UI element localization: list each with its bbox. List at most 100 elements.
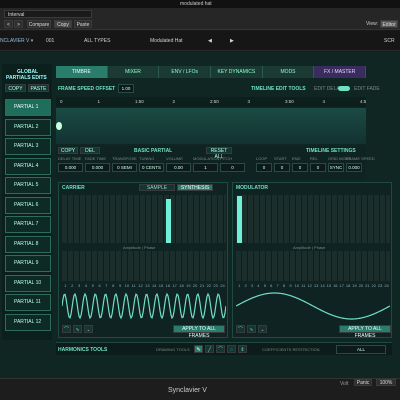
mod-wave-tool-2-icon[interactable]: ∿ xyxy=(247,325,256,333)
eraser-icon[interactable]: ◌ xyxy=(227,345,236,353)
partial-item-3[interactable]: PARTIAL 3 xyxy=(5,138,51,155)
tab-mixer[interactable]: MIXER xyxy=(107,66,160,78)
curve-tool-icon[interactable]: ⌒ xyxy=(216,345,225,353)
harmonic-number: 2 xyxy=(71,283,74,288)
patch-name[interactable]: Modulated Hat xyxy=(150,38,183,44)
frame-speed-field[interactable]: 1.00 xyxy=(118,84,134,93)
ruler-tick: 4:5 xyxy=(360,99,367,104)
modulator-apply-button[interactable]: APPLY TO ALL FRAMES xyxy=(339,325,391,339)
harmonic-number: 5 xyxy=(91,283,94,288)
ruler-tick: 1 xyxy=(97,99,101,104)
copy-button[interactable]: Copy xyxy=(54,20,72,28)
param-value-field[interactable]: 0 xyxy=(256,163,272,172)
partial-item-4[interactable]: PARTIAL 4 xyxy=(5,157,51,175)
carrier-active-bar[interactable] xyxy=(165,199,171,243)
view-select[interactable]: Editor xyxy=(380,20,398,28)
param-value-field[interactable]: 0.000 xyxy=(58,163,83,172)
sidebar-title-2: PARTIALS EDITS xyxy=(6,75,47,81)
preset-search-input[interactable]: Interval xyxy=(4,10,92,18)
footer-volt: Volt xyxy=(340,381,349,387)
paste-button[interactable]: Paste xyxy=(74,20,92,28)
wave-tool-2-icon[interactable]: ∿ xyxy=(73,325,82,333)
param-value-field[interactable]: 0 CENTS xyxy=(139,163,164,172)
harmonic-number: 3 xyxy=(77,283,81,288)
frame-delete-button[interactable]: DEL xyxy=(80,147,100,154)
plugin-menu[interactable]: NCLAVIER V ▾ xyxy=(0,38,33,44)
partial-item-6[interactable]: PARTIAL 6 xyxy=(5,196,51,214)
param-frame-speed: FRAME SPEED 0.000 xyxy=(346,156,375,172)
frame-copy-button[interactable]: COPY xyxy=(58,147,78,154)
param-volume: VOLUME 0.00 xyxy=(166,156,191,172)
pencil-icon[interactable]: ✎ xyxy=(194,345,203,353)
param-value-field[interactable]: 1 xyxy=(193,163,218,172)
carrier-apply-button[interactable]: APPLY TO ALL FRAMES xyxy=(173,325,225,339)
carrier-tab-sample[interactable]: SAMPLE xyxy=(139,184,175,191)
partial-copy-button[interactable]: COPY xyxy=(5,84,26,92)
zoom-select[interactable]: 100% xyxy=(376,379,396,386)
carrier-caption: Amplitude | Phase xyxy=(123,245,156,250)
partial-item-9[interactable]: PARTIAL 9 xyxy=(5,255,51,272)
param-value-field[interactable]: 0 xyxy=(274,163,290,172)
tab-mods[interactable]: MODS xyxy=(262,66,315,78)
partial-paste-button[interactable]: PASTE xyxy=(28,84,49,92)
harmonic-number: 17 xyxy=(172,283,177,288)
carrier-amplitude-bars[interactable] xyxy=(62,195,226,243)
harmonic-number: 13 xyxy=(145,283,150,288)
modulator-waveform xyxy=(236,292,390,320)
modulator-phase-bars[interactable] xyxy=(236,251,390,281)
prev-preset-icon[interactable]: ◀ xyxy=(208,38,212,44)
carrier-phase-bars[interactable] xyxy=(62,251,226,281)
partial-item-7[interactable]: PARTIAL 7 xyxy=(5,216,51,233)
compare-button[interactable]: Compare xyxy=(27,20,51,28)
tab-key-dynamics[interactable]: KEY DYNAMICS xyxy=(211,66,263,78)
wave-tool-3-icon[interactable]: ⌄ xyxy=(84,325,93,333)
tab-env-lfos[interactable]: ENV / LFOs xyxy=(159,66,212,78)
mod-wave-tool-1-icon[interactable]: ⌒ xyxy=(236,325,245,333)
partial-item-5[interactable]: PARTIAL 5 xyxy=(5,177,51,194)
param-value-field[interactable]: SYNC xyxy=(328,163,344,172)
param-rel: REL 0 xyxy=(310,156,326,172)
nav-forward-button[interactable]: > xyxy=(14,20,23,28)
param-end: END 0 xyxy=(292,156,308,172)
tab-fx-master[interactable]: FX / MASTER xyxy=(314,66,367,78)
carrier-tab-synthesis[interactable]: SYNTHESIS xyxy=(177,184,213,191)
tab-timbre[interactable]: TIMBRE xyxy=(56,66,108,78)
panic-button[interactable]: Panic xyxy=(354,379,372,386)
line-tool-icon[interactable]: ╱ xyxy=(205,345,214,353)
timeline-frame-marker[interactable] xyxy=(56,122,62,130)
param-value-field[interactable]: 0 xyxy=(220,163,245,172)
edit-delay-toggle[interactable] xyxy=(338,86,350,91)
partial-item-1[interactable]: PARTIAL 1 xyxy=(5,99,51,116)
wave-tool-1-icon[interactable]: ⌒ xyxy=(62,325,71,333)
category-filter[interactable]: ALL TYPES xyxy=(84,38,110,44)
param-label: DELAY TIME xyxy=(58,156,82,161)
partial-item-2[interactable]: PARTIAL 2 xyxy=(5,118,51,136)
modulator-active-bar[interactable] xyxy=(237,196,242,243)
scale-tool-icon[interactable]: ⇕ xyxy=(238,345,247,353)
brand-label: Synclavier V xyxy=(168,387,207,394)
timeline-lane[interactable] xyxy=(56,108,366,144)
param-value-field[interactable]: 0.00 xyxy=(166,163,191,172)
param-tuning: TUNING 0 CENTS xyxy=(139,156,164,172)
param-start: START 0 xyxy=(274,156,290,172)
param-value-field[interactable]: 0 SEMI xyxy=(112,163,137,172)
partial-item-12[interactable]: PARTIAL 12 xyxy=(5,313,51,331)
partial-list: PARTIAL 1 PARTIAL 2 PARTIAL 3 PARTIAL 4 PART… xyxy=(5,99,51,333)
param-value-field[interactable]: 0.000 xyxy=(85,163,110,172)
partial-item-11[interactable]: PARTIAL 11 xyxy=(5,294,51,311)
param-value-field[interactable]: 0 xyxy=(310,163,326,172)
drawing-tools: ✎ ╱ ⌒ ◌ ⇕ xyxy=(194,345,247,353)
harmonic-number: 22 xyxy=(206,283,212,288)
reset-all-button[interactable]: RESET ALL xyxy=(206,147,232,160)
param-value-field[interactable]: 0.000 xyxy=(346,163,362,172)
mod-wave-tool-3-icon[interactable]: ⌄ xyxy=(258,325,267,333)
param-label: LOOP xyxy=(256,156,268,161)
partial-item-10[interactable]: PARTIAL 10 xyxy=(5,274,51,292)
coeff-restriction-select[interactable]: ALL xyxy=(336,345,386,354)
partial-item-8[interactable]: PARTIAL 8 xyxy=(5,235,51,253)
timeline-settings-label: TIMELINE SETTINGS xyxy=(306,148,356,154)
nav-back-button[interactable]: < xyxy=(4,20,13,28)
param-value-field[interactable]: 0 xyxy=(292,163,308,172)
next-preset-icon[interactable]: ▶ xyxy=(230,38,234,44)
modulator-amplitude-bars[interactable] xyxy=(236,195,390,243)
